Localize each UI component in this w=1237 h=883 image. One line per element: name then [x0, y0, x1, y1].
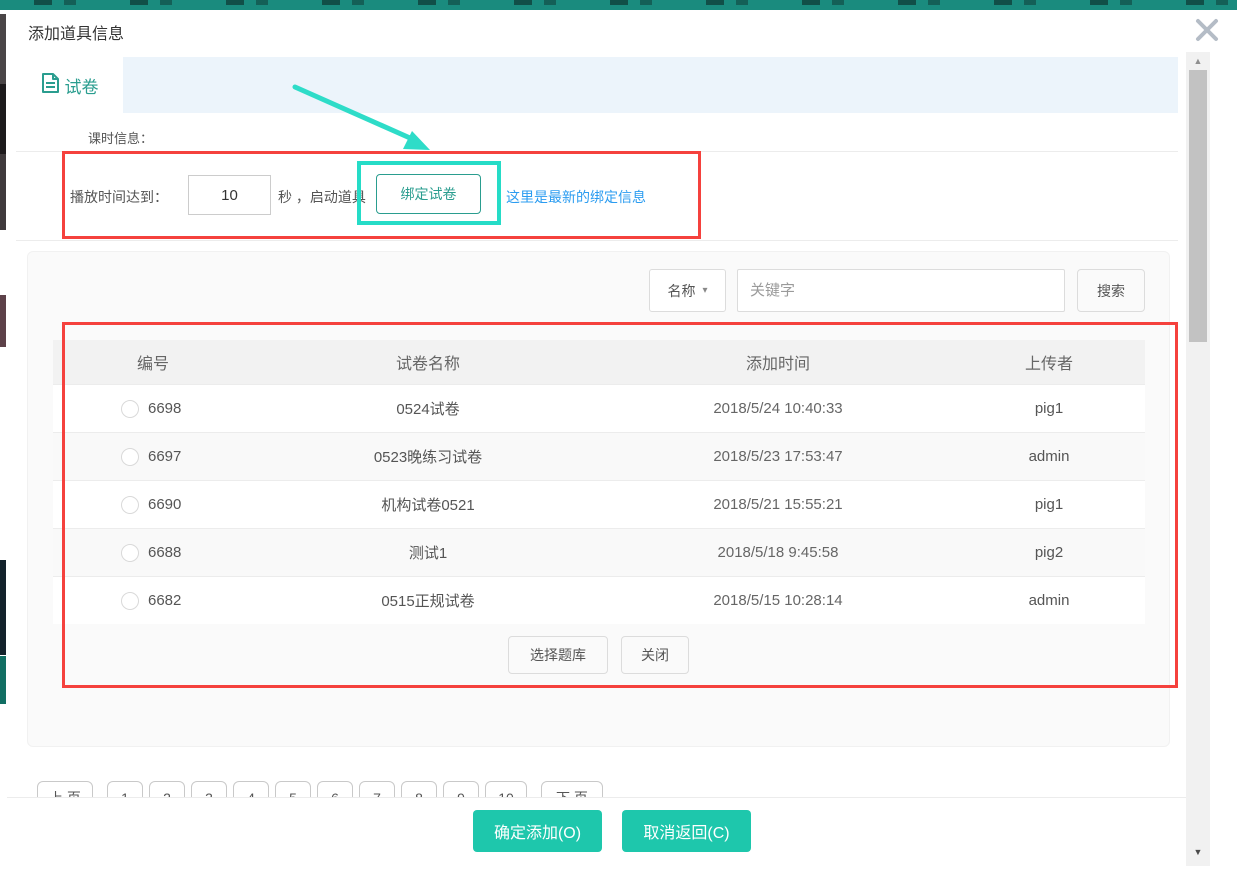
background-page-fragment	[0, 14, 6, 84]
background-page-fragment	[0, 656, 6, 704]
background-page-fragment	[0, 295, 6, 347]
document-icon	[41, 72, 60, 99]
lesson-info-label: 课时信息：	[88, 128, 153, 147]
divider	[16, 240, 1178, 241]
page-button-2[interactable]: 2	[149, 781, 185, 797]
annotation-red-box-table	[62, 322, 1178, 688]
confirm-add-button[interactable]: 确定添加(O)	[473, 810, 602, 852]
dialog-title: 添加道具信息	[28, 20, 124, 44]
background-page-fragment	[0, 84, 6, 154]
page-button-6[interactable]: 6	[317, 781, 353, 797]
tab-bar	[16, 57, 1178, 113]
page-button-10[interactable]: 10	[485, 781, 527, 797]
page-button-7[interactable]: 7	[359, 781, 395, 797]
cancel-return-button[interactable]: 取消返回(C)	[622, 810, 751, 852]
close-icon[interactable]	[1191, 14, 1223, 46]
page-button-5[interactable]: 5	[275, 781, 311, 797]
next-page-button[interactable]: 下 页	[541, 781, 603, 797]
search-field-selected: 名称	[667, 281, 695, 301]
annotation-red-box-lesson	[62, 151, 701, 239]
footer-divider	[7, 797, 1186, 798]
background-page-fragments	[0, 0, 1237, 5]
page-button-8[interactable]: 8	[401, 781, 437, 797]
background-page-fragment	[0, 154, 6, 230]
page-button-9[interactable]: 9	[443, 781, 479, 797]
page-button-1[interactable]: 1	[107, 781, 143, 797]
scrollbar-up-icon[interactable]: ▲	[1186, 54, 1210, 68]
prev-page-button[interactable]: 上 页	[37, 781, 93, 797]
search-field-select[interactable]: 名称 ▾	[649, 269, 726, 312]
keyword-input[interactable]	[737, 269, 1065, 312]
page-button-3[interactable]: 3	[191, 781, 227, 797]
tab-exam-paper[interactable]: 试卷	[16, 57, 123, 113]
pagination: 上 页 1 2 3 4 5 6 7 8 9 10 下 页	[0, 781, 1186, 797]
scrollbar-thumb[interactable]	[1189, 70, 1207, 342]
search-button[interactable]: 搜索	[1077, 269, 1145, 312]
scrollbar-down-icon[interactable]: ▼	[1186, 845, 1210, 859]
background-page-fragment	[0, 560, 6, 655]
page-button-4[interactable]: 4	[233, 781, 269, 797]
caret-down-icon: ▾	[702, 285, 707, 296]
tab-exam-paper-label: 试卷	[65, 73, 99, 98]
